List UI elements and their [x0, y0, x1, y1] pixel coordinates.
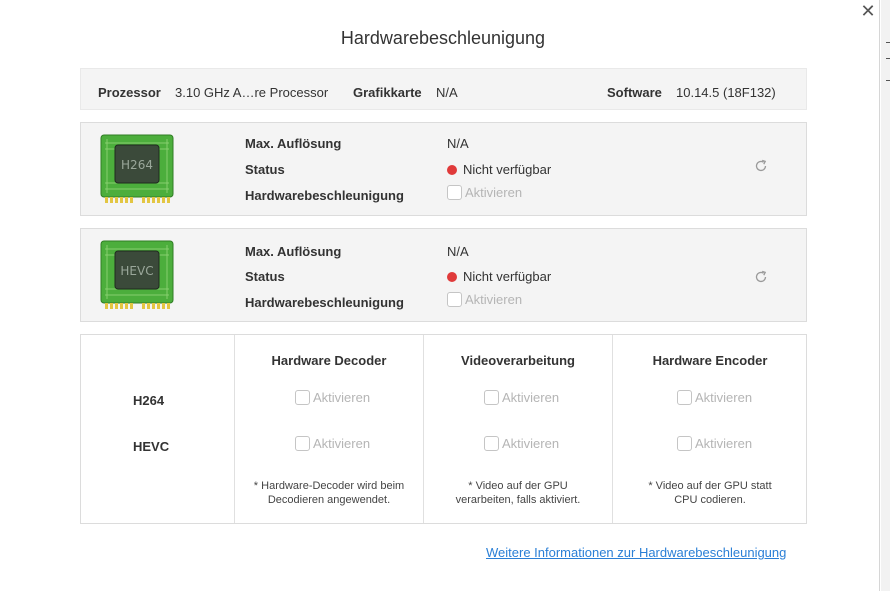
column-header-decoder: Hardware Decoder — [271, 353, 387, 368]
checkbox-label: Aktivieren — [465, 292, 523, 307]
status-label: Status — [245, 269, 285, 284]
codec-panel-hevc: HEVC Max. Auflösung N/A Status Nicht ver… — [80, 228, 807, 322]
chip-label: H264 — [121, 158, 153, 172]
checkbox[interactable] — [295, 390, 310, 405]
checkbox[interactable] — [447, 185, 462, 200]
checkbox-label: Aktivieren — [465, 185, 523, 200]
hevc-encoder-toggle[interactable]: Aktivieren — [677, 436, 752, 451]
status-value: Nicht verfügbar — [447, 162, 551, 177]
codec-matrix: Hardware Decoder Videoverarbeitung Hardw… — [80, 334, 807, 524]
checkbox-label: Aktivieren — [313, 436, 371, 451]
decoder-note: * Hardware-Decoder wird beim Decodieren … — [235, 479, 423, 507]
hw-accel-label: Hardwarebeschleunigung — [245, 295, 404, 310]
software-value: 10.14.5 (18F132) — [676, 85, 776, 100]
refresh-icon[interactable] — [753, 269, 769, 285]
note-line: Decodieren angewendet. — [267, 494, 391, 506]
chip-icon: HEVC — [100, 240, 174, 309]
processor-label: Prozessor — [98, 85, 161, 100]
hardware-acceleration-dialog: ✕ Hardwarebeschleunigung Prozessor 3.10 … — [0, 0, 880, 591]
checkbox[interactable] — [677, 436, 692, 451]
edge-mark — [886, 58, 890, 59]
checkbox[interactable] — [484, 436, 499, 451]
checkbox-label: Aktivieren — [502, 436, 560, 451]
checkbox-label: Aktivieren — [313, 390, 371, 405]
status-dot-icon — [447, 272, 457, 282]
edge-mark — [886, 42, 890, 43]
encoder-note: * Video auf der GPU statt CPU codieren. — [613, 479, 807, 507]
status-text: Nicht verfügbar — [463, 269, 552, 284]
h264-encoder-toggle[interactable]: Aktivieren — [677, 390, 752, 405]
status-label: Status — [245, 162, 285, 177]
gpu-label: Grafikkarte — [353, 85, 422, 100]
more-info-link[interactable]: Weitere Informationen zur Hardwarebeschl… — [486, 545, 786, 560]
row-header-h264: H264 — [133, 393, 165, 408]
hevc-decoder-toggle[interactable]: Aktivieren — [295, 436, 370, 451]
checkbox[interactable] — [677, 390, 692, 405]
system-info-bar: Prozessor 3.10 GHz A…re Processor Grafik… — [80, 68, 807, 110]
note-line: * Hardware-Decoder wird beim — [253, 480, 405, 492]
status-text: Nicht verfügbar — [463, 162, 552, 177]
refresh-icon[interactable] — [753, 158, 769, 174]
hw-accel-toggle[interactable]: Aktivieren — [447, 292, 522, 307]
hevc-processing-toggle[interactable]: Aktivieren — [484, 436, 559, 451]
software-label: Software — [607, 85, 662, 100]
status-value: Nicht verfügbar — [447, 269, 551, 284]
note-line: CPU codieren. — [674, 494, 746, 506]
hw-accel-toggle[interactable]: Aktivieren — [447, 185, 522, 200]
checkbox-label: Aktivieren — [695, 390, 753, 405]
max-resolution-value: N/A — [447, 244, 469, 259]
h264-processing-toggle[interactable]: Aktivieren — [484, 390, 559, 405]
processing-note: * Video auf der GPU verarbeiten, falls a… — [424, 479, 612, 507]
chip-label: HEVC — [120, 264, 153, 278]
checkbox-label: Aktivieren — [502, 390, 560, 405]
checkbox[interactable] — [447, 292, 462, 307]
close-icon[interactable]: ✕ — [858, 2, 878, 22]
checkbox[interactable] — [295, 436, 310, 451]
dialog-title: Hardwarebeschleunigung — [340, 28, 546, 48]
gpu-value: N/A — [436, 85, 458, 100]
background-window-edge — [881, 0, 890, 591]
column-header-encoder: Hardware Encoder — [652, 353, 768, 368]
max-resolution-label: Max. Auflösung — [245, 136, 342, 151]
note-line: verarbeiten, falls aktiviert. — [455, 494, 581, 506]
checkbox[interactable] — [484, 390, 499, 405]
codec-panel-h264: H264 Max. Auflösung N/A Status Nicht ver… — [80, 122, 807, 216]
checkbox-label: Aktivieren — [695, 436, 753, 451]
row-header-hevc: HEVC — [133, 439, 170, 454]
note-line: * Video auf der GPU — [468, 480, 568, 492]
chip-icon: H264 — [100, 134, 174, 203]
hw-accel-label: Hardwarebeschleunigung — [245, 188, 404, 203]
edge-mark — [886, 80, 890, 81]
max-resolution-label: Max. Auflösung — [245, 244, 342, 259]
status-dot-icon — [447, 165, 457, 175]
column-header-processing: Videoverarbeitung — [461, 353, 575, 368]
processor-value: 3.10 GHz A…re Processor — [175, 85, 329, 100]
h264-decoder-toggle[interactable]: Aktivieren — [295, 390, 370, 405]
max-resolution-value: N/A — [447, 136, 469, 151]
note-line: * Video auf der GPU statt — [648, 480, 772, 492]
